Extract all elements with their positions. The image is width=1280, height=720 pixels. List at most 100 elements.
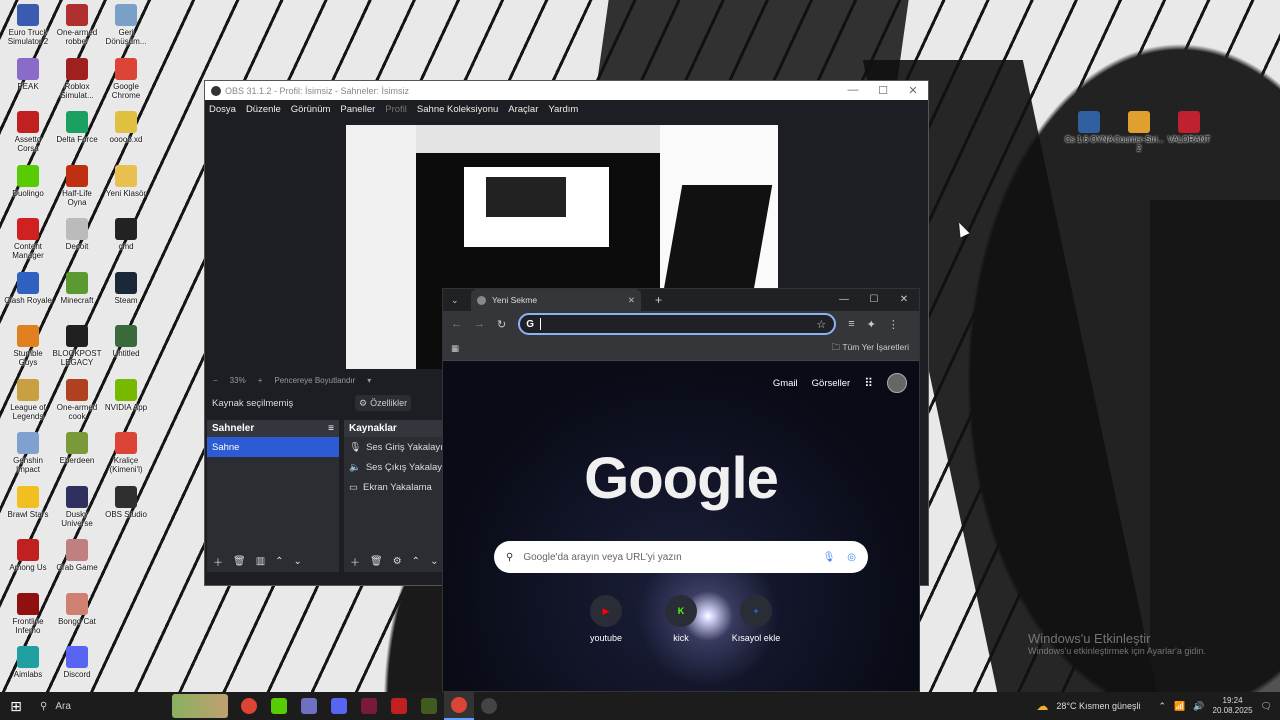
weather-icon[interactable]: ☁ <box>1036 699 1048 713</box>
google-apps-icon[interactable]: ⠿ <box>864 376 873 390</box>
desktop-icon[interactable]: One-armed cook <box>52 378 102 421</box>
taskbar-app-discord[interactable] <box>324 692 354 720</box>
shortcut-tile[interactable]: Kkick <box>646 595 716 643</box>
taskbar-app-chrome[interactable] <box>234 692 264 720</box>
taskbar-widget-image[interactable] <box>172 694 228 718</box>
desktop-icon[interactable]: Steam <box>101 271 151 305</box>
source-up-button[interactable]: ⌃ <box>412 556 420 567</box>
bookmark-star-icon[interactable]: ☆ <box>816 318 826 331</box>
desktop-icon[interactable]: Discord <box>52 646 102 679</box>
start-button[interactable]: ⊞ <box>0 692 32 720</box>
menu-item[interactable]: Dosya <box>209 104 236 115</box>
add-source-button[interactable]: ＋ <box>350 554 360 569</box>
source-item[interactable]: 🔈 Ses Çıkış Yakalayıcı <box>344 457 452 477</box>
taskbar-app-app[interactable] <box>294 692 324 720</box>
menu-item[interactable]: Sahne Koleksiyonu <box>417 104 498 115</box>
move-down-button[interactable]: ⌄ <box>294 556 302 567</box>
tab-new-tab[interactable]: Yeni Sekme ✕ <box>471 289 641 311</box>
desktop-icon[interactable]: Stumble Guys <box>3 325 53 367</box>
maximize-button[interactable]: ☐ <box>868 84 898 97</box>
desktop-icon[interactable]: Counter-Stri... 2 <box>1114 111 1164 153</box>
reading-list-icon[interactable]: ≡ <box>848 318 854 330</box>
desktop-icon[interactable]: VALORANT <box>1164 111 1214 144</box>
desktop-icon[interactable]: Half-Life Oyna <box>52 164 102 207</box>
desktop-icon[interactable]: Cs 1.6 OYNA <box>1064 111 1114 144</box>
add-scene-button[interactable]: ＋ <box>213 554 223 569</box>
close-button[interactable]: ✕ <box>898 84 928 97</box>
taskbar-app-assetto[interactable] <box>384 692 414 720</box>
taskbar-search[interactable]: ⚲ Ara <box>32 692 172 720</box>
chrome-maximize-button[interactable]: ☐ <box>859 289 889 311</box>
scene-item[interactable]: Sahne <box>207 437 339 457</box>
desktop-icon[interactable]: Brawl Stars <box>3 485 53 519</box>
menu-item[interactable]: Düzenle <box>246 104 281 115</box>
source-item[interactable]: ▭ Ekran Yakalama <box>344 477 442 497</box>
back-icon[interactable]: ← <box>451 318 462 330</box>
reload-icon[interactable]: ↻ <box>497 318 506 331</box>
desktop-icon[interactable]: cmd <box>101 218 151 251</box>
chrome-menu-icon[interactable]: ⋮ <box>888 318 899 331</box>
desktop-icon[interactable]: Aimlabs <box>3 646 53 679</box>
desktop-icon[interactable]: Yeni Klasör <box>101 164 151 198</box>
desktop-icon[interactable]: ooooo.xd <box>101 111 151 144</box>
desktop-icon[interactable]: Roblox Simulat... <box>52 57 102 100</box>
desktop-icon[interactable]: Frontline Inferno <box>3 592 53 635</box>
desktop-icon[interactable]: BLOCKPOST LEGACY <box>52 325 102 367</box>
source-item[interactable]: 🎙 Ses Giriş Yakalayıcı <box>344 437 450 457</box>
all-bookmarks-button[interactable]: 🗀 Tüm Yer İşaretleri <box>832 342 909 356</box>
desktop-icon[interactable]: Clash Royale <box>3 271 53 305</box>
avatar[interactable] <box>887 373 907 393</box>
desktop-icon[interactable]: Decoit <box>52 218 102 251</box>
desktop-icon[interactable]: Minecraft <box>52 271 102 305</box>
desktop-icon[interactable]: OBS Studio <box>101 485 151 519</box>
volume-icon[interactable]: 🔊 <box>1193 701 1204 712</box>
desktop-icon[interactable]: PEAK <box>3 57 53 91</box>
desktop-icon[interactable]: NVIDIA App <box>101 378 151 412</box>
tab-search-icon[interactable]: ⌄ <box>451 295 459 306</box>
desktop-icon[interactable]: Duolingo <box>3 164 53 198</box>
extension-icon[interactable]: ✦ <box>867 318 876 331</box>
desktop-icon[interactable]: Eberdeen <box>52 432 102 465</box>
chrome-window[interactable]: ⌄ Yeni Sekme ✕ + — ☐ ✕ ← → ↻ G ☆ ≡ ✦ ⋮ ▦… <box>442 288 920 692</box>
source-settings-button[interactable]: ⚙ <box>393 556 402 567</box>
menu-item[interactable]: Görünüm <box>291 104 331 115</box>
move-up-button[interactable]: ⌃ <box>275 556 283 567</box>
taskbar-app-app2[interactable] <box>354 692 384 720</box>
desktop-icon[interactable]: Among Us <box>3 539 53 572</box>
taskbar-app-obs[interactable] <box>474 692 504 720</box>
obs-titlebar[interactable]: OBS 31.1.2 - Profil: İsimsiz - Sahneler:… <box>205 81 928 100</box>
dock-menu-icon[interactable]: ≡ <box>328 423 334 434</box>
desktop-icon[interactable]: Bongo Cat <box>52 592 102 626</box>
desktop-icon[interactable]: Assetto Corsa <box>3 111 53 153</box>
desktop-icon[interactable]: Geri Dönüşüm... <box>101 4 151 46</box>
chrome-minimize-button[interactable]: — <box>829 289 859 311</box>
apps-grid-icon[interactable]: ▦ <box>451 343 459 354</box>
source-down-button[interactable]: ⌄ <box>430 556 438 567</box>
remove-source-button[interactable]: 🗑 <box>370 556 383 567</box>
shortcut-tile[interactable]: ▶ youtube <box>571 595 641 643</box>
desktop-icon[interactable]: Google Chrome <box>101 57 151 100</box>
desktop-icon[interactable]: Dusky Universe <box>52 485 102 528</box>
menu-item[interactable]: Araçlar <box>508 104 538 115</box>
remove-scene-button[interactable]: 🗑 <box>233 556 246 567</box>
chrome-close-button[interactable]: ✕ <box>889 289 919 311</box>
omnibox[interactable]: G ☆ <box>518 313 837 335</box>
desktop-icon[interactable]: Kraliçe (Kimeni'l) <box>101 432 151 474</box>
voice-search-icon[interactable]: 🎙 <box>823 552 836 563</box>
desktop-icon[interactable]: Genshin Impact <box>3 432 53 474</box>
new-tab-button[interactable]: + <box>655 293 662 307</box>
taskbar-app-duolingo[interactable] <box>264 692 294 720</box>
menu-item[interactable]: Profil <box>385 104 407 115</box>
taskbar-clock[interactable]: 19:24 20.08.2025 <box>1213 696 1253 716</box>
menu-item[interactable]: Yardım <box>548 104 578 115</box>
lens-icon[interactable]: ◎ <box>847 552 856 563</box>
desktop-icon[interactable]: League of Legends <box>3 378 53 421</box>
desktop-icon[interactable]: Delta Force <box>52 111 102 144</box>
taskbar-app-chrome-active[interactable] <box>444 692 474 720</box>
zoom-out-button[interactable]: − <box>213 376 218 385</box>
zoom-in-button[interactable]: + <box>258 376 263 385</box>
fit-to-window-button[interactable]: Pencereye Boyutlandır <box>274 376 355 385</box>
close-tab-icon[interactable]: ✕ <box>628 295 635 306</box>
taskbar-app-app3[interactable] <box>414 692 444 720</box>
images-link[interactable]: Görseller <box>812 378 851 389</box>
